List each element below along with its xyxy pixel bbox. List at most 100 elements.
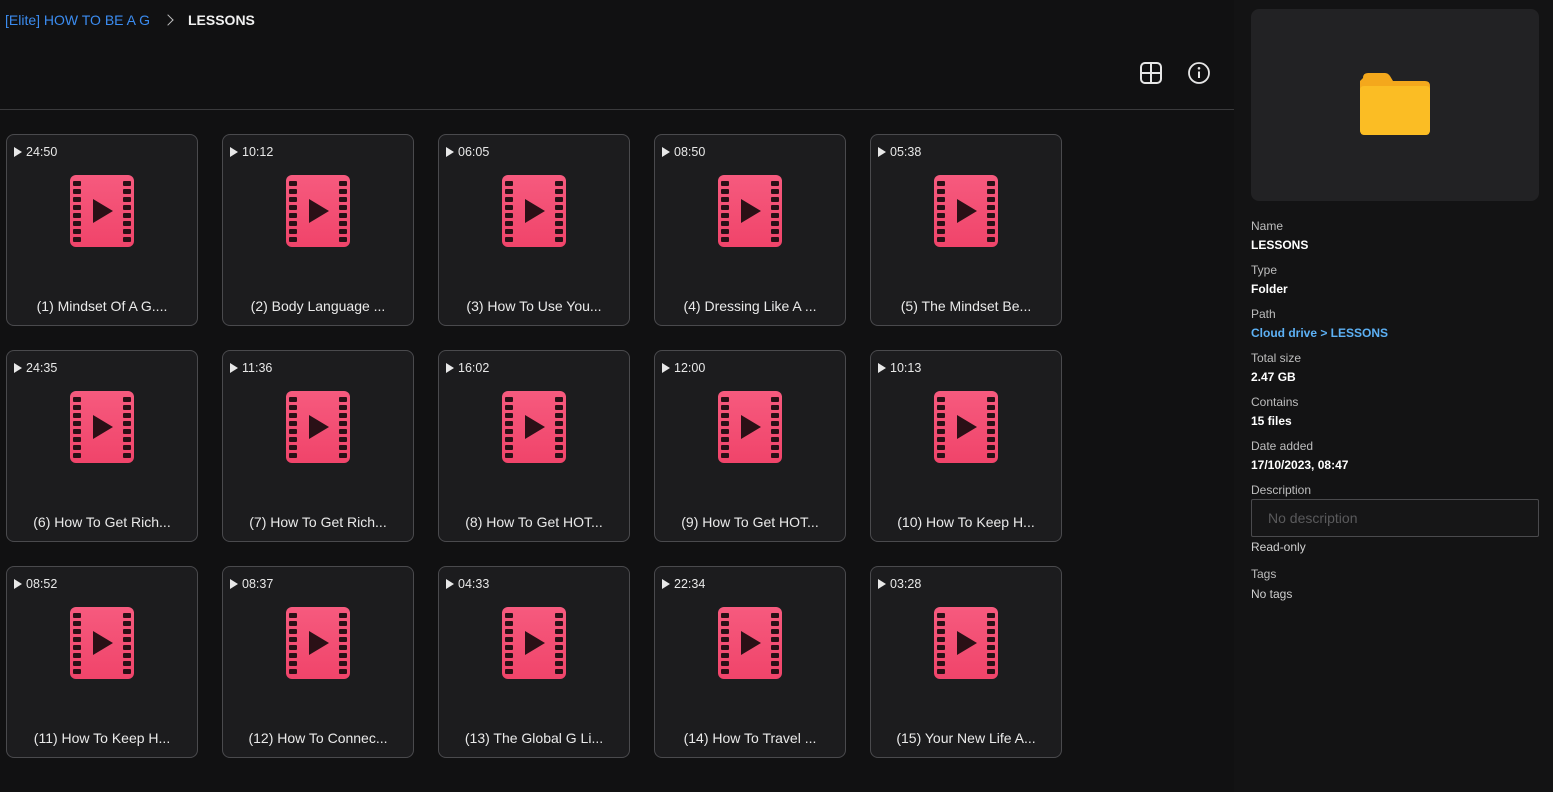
duration-text: 05:38 <box>890 145 922 159</box>
duration-text: 24:35 <box>26 361 58 375</box>
video-duration: 08:37 <box>230 577 273 591</box>
file-name: (3) How To Use You... <box>466 298 602 314</box>
video-file-icon <box>70 607 134 679</box>
video-file-icon <box>934 607 998 679</box>
video-duration: 10:12 <box>230 145 273 159</box>
video-duration: 04:33 <box>446 577 489 591</box>
file-card[interactable]: 08:50 (4) Dressing Like A ... <box>654 134 846 326</box>
file-grid: 24:50 (1) Mindset Of A G.... 10:12 (2) Body… <box>6 134 1062 758</box>
video-duration: 24:35 <box>14 361 57 375</box>
detail-description: Description <box>1251 483 1311 497</box>
video-file-icon <box>718 607 782 679</box>
file-name: (4) Dressing Like A ... <box>683 298 817 314</box>
folder-icon <box>1360 73 1430 135</box>
file-card[interactable]: 04:33 (13) The Global G Li... <box>438 566 630 758</box>
file-name: (8) How To Get HOT... <box>465 514 603 530</box>
detail-label: Description <box>1251 483 1312 497</box>
file-name: (5) The Mindset Be... <box>900 298 1032 314</box>
path-link[interactable]: Cloud drive > LESSONS <box>1251 326 1388 340</box>
detail-tags: Tags <box>1251 567 1276 581</box>
detail-path: Path Cloud drive > LESSONS <box>1251 307 1388 340</box>
video-file-icon <box>502 175 566 247</box>
file-name: (12) How To Connec... <box>248 730 388 746</box>
play-icon <box>446 363 454 373</box>
details-panel: Name LESSONS Type Folder Path Cloud driv… <box>1234 0 1553 792</box>
play-icon <box>662 147 670 157</box>
file-card[interactable]: 10:12 (2) Body Language ... <box>222 134 414 326</box>
file-card[interactable]: 16:02 (8) How To Get HOT... <box>438 350 630 542</box>
video-duration: 06:05 <box>446 145 489 159</box>
file-name: (14) How To Travel ... <box>683 730 817 746</box>
detail-date-added: Date added 17/10/2023, 08:47 <box>1251 439 1348 472</box>
detail-value: 17/10/2023, 08:47 <box>1251 458 1349 472</box>
play-icon <box>446 579 454 589</box>
breadcrumb-parent-link[interactable]: [Elite] HOW TO BE A G <box>5 12 150 28</box>
description-field[interactable]: No description <box>1251 499 1539 537</box>
video-duration: 03:28 <box>878 577 921 591</box>
info-button[interactable] <box>1186 60 1212 86</box>
video-duration: 24:50 <box>14 145 57 159</box>
video-file-icon <box>70 175 134 247</box>
play-icon <box>14 363 22 373</box>
duration-text: 08:50 <box>674 145 706 159</box>
play-icon <box>230 363 238 373</box>
folder-preview <box>1251 9 1539 201</box>
video-duration: 05:38 <box>878 145 921 159</box>
chevron-right-icon <box>162 14 174 26</box>
duration-text: 22:34 <box>674 577 706 591</box>
detail-label: Path <box>1251 307 1276 321</box>
detail-size: Total size 2.47 GB <box>1251 351 1301 384</box>
readonly-note: Read-only <box>1251 540 1306 554</box>
video-duration: 10:13 <box>878 361 921 375</box>
detail-value: 2.47 GB <box>1251 370 1296 384</box>
tags-value: No tags <box>1251 587 1293 601</box>
video-file-icon <box>718 391 782 463</box>
duration-text: 06:05 <box>458 145 490 159</box>
file-card[interactable]: 10:13 (10) How To Keep H... <box>870 350 1062 542</box>
play-icon <box>230 147 238 157</box>
detail-value: 15 files <box>1251 414 1292 428</box>
file-card[interactable]: 08:52 (11) How To Keep H... <box>6 566 198 758</box>
file-name: (1) Mindset Of A G.... <box>36 298 168 314</box>
duration-text: 08:37 <box>242 577 274 591</box>
video-file-icon <box>934 175 998 247</box>
file-name: (6) How To Get Rich... <box>33 514 171 530</box>
detail-label: Total size <box>1251 351 1302 365</box>
toolbar-divider <box>0 109 1234 110</box>
detail-label: Type <box>1251 263 1278 277</box>
detail-label: Date added <box>1251 439 1314 453</box>
file-card[interactable]: 24:35 (6) How To Get Rich... <box>6 350 198 542</box>
detail-type: Type Folder <box>1251 263 1288 296</box>
file-card[interactable]: 11:36 (7) How To Get Rich... <box>222 350 414 542</box>
duration-text: 24:50 <box>26 145 58 159</box>
play-icon <box>662 579 670 589</box>
video-duration: 16:02 <box>446 361 489 375</box>
video-duration: 22:34 <box>662 577 705 591</box>
detail-contains: Contains 15 files <box>1251 395 1298 428</box>
video-file-icon <box>286 175 350 247</box>
file-card[interactable]: 03:28 (15) Your New Life A... <box>870 566 1062 758</box>
detail-value: Folder <box>1251 282 1288 296</box>
duration-text: 10:13 <box>890 361 922 375</box>
video-file-icon <box>718 175 782 247</box>
file-card[interactable]: 05:38 (5) The Mindset Be... <box>870 134 1062 326</box>
file-card[interactable]: 08:37 (12) How To Connec... <box>222 566 414 758</box>
file-name: (11) How To Keep H... <box>33 730 171 746</box>
detail-label: Contains <box>1251 395 1299 409</box>
video-file-icon <box>286 391 350 463</box>
duration-text: 11:36 <box>242 361 273 375</box>
video-duration: 08:50 <box>662 145 705 159</box>
breadcrumb-current: LESSONS <box>187 12 255 28</box>
file-card[interactable]: 24:50 (1) Mindset Of A G.... <box>6 134 198 326</box>
file-name: (15) Your New Life A... <box>896 730 1036 746</box>
file-card[interactable]: 22:34 (14) How To Travel ... <box>654 566 846 758</box>
file-card[interactable]: 12:00 (9) How To Get HOT... <box>654 350 846 542</box>
duration-text: 03:28 <box>890 577 922 591</box>
file-card[interactable]: 06:05 (3) How To Use You... <box>438 134 630 326</box>
video-file-icon <box>70 391 134 463</box>
detail-label: Name <box>1251 219 1284 233</box>
file-browser-main: [Elite] HOW TO BE A G LESSONS 24:50 (1) M… <box>0 0 1234 792</box>
play-icon <box>662 363 670 373</box>
grid-view-button[interactable] <box>1138 60 1164 86</box>
play-icon <box>14 579 22 589</box>
